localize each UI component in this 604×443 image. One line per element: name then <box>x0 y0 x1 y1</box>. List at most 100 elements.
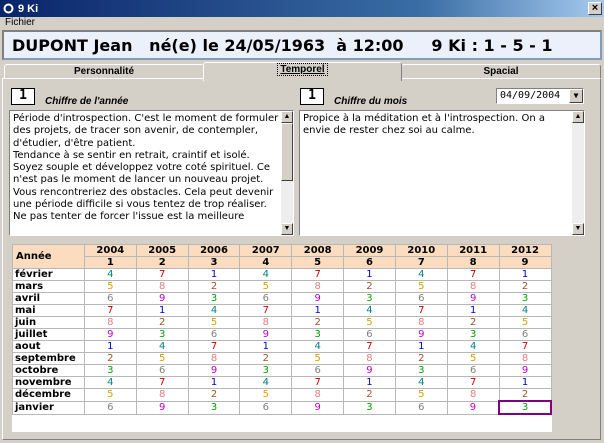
ki-cell[interactable]: 2 <box>291 316 345 329</box>
ki-cell[interactable]: 6 <box>239 292 293 305</box>
ki-cell[interactable]: 3 <box>135 328 189 341</box>
ki-cell[interactable]: 6 <box>83 292 137 305</box>
ki-cell[interactable]: 4 <box>187 304 241 317</box>
ki-cell[interactable]: 1 <box>343 376 396 389</box>
ki-cell[interactable]: 5 <box>394 388 448 402</box>
ki-cell[interactable]: 9 <box>498 364 552 377</box>
ki-cell[interactable]: 7 <box>291 268 345 281</box>
ki-cell[interactable]: 5 <box>239 388 293 402</box>
ki-cell[interactable]: 1 <box>394 340 448 353</box>
ki-cell[interactable]: 5 <box>83 280 137 293</box>
ki-cell[interactable]: 3 <box>83 364 137 377</box>
ki-cell[interactable]: 6 <box>135 364 189 377</box>
ki-cell[interactable]: 5 <box>343 316 396 329</box>
ki-cell[interactable]: 6 <box>394 292 448 305</box>
ki-cell[interactable]: 7 <box>498 340 552 353</box>
ki-cell[interactable]: 3 <box>446 328 500 341</box>
ki-cell[interactable]: 4 <box>83 376 137 389</box>
ki-cell[interactable]: 1 <box>498 376 552 389</box>
ki-cell[interactable]: 1 <box>83 340 137 353</box>
ki-cell[interactable]: 9 <box>394 328 448 341</box>
ki-cell[interactable]: 1 <box>187 376 241 389</box>
ki-cell[interactable]: 6 <box>446 364 500 377</box>
ki-cell[interactable]: 3 <box>498 400 552 415</box>
ki-cell[interactable]: 3 <box>498 292 552 305</box>
ki-cell[interactable]: 8 <box>446 388 500 402</box>
date-picker[interactable]: 04/09/2004 ▼ <box>496 88 584 104</box>
ki-cell[interactable]: 5 <box>291 352 345 365</box>
ki-cell[interactable]: 2 <box>498 388 552 402</box>
ki-cell[interactable]: 7 <box>394 304 448 317</box>
ki-cell[interactable]: 2 <box>343 280 396 293</box>
ki-cell[interactable]: 1 <box>135 304 189 317</box>
ki-cell[interactable]: 1 <box>291 304 345 317</box>
ki-cell[interactable]: 4 <box>394 268 448 281</box>
ki-cell[interactable]: 6 <box>343 328 396 341</box>
ki-cell[interactable]: 6 <box>498 328 552 341</box>
ki-cell[interactable]: 1 <box>498 268 552 281</box>
ki-cell[interactable]: 8 <box>291 280 345 293</box>
ki-cell[interactable]: 4 <box>239 268 293 281</box>
ki-cell[interactable]: 9 <box>239 328 293 341</box>
ki-cell[interactable]: 4 <box>343 304 396 317</box>
ki-cell[interactable]: 8 <box>394 316 448 329</box>
ki-cell[interactable]: 4 <box>291 340 345 353</box>
year-description[interactable]: Période d'introspection. C'est le moment… <box>9 110 294 236</box>
ki-cell[interactable]: 9 <box>187 364 241 377</box>
ki-cell[interactable]: 2 <box>343 388 396 402</box>
scroll-thumb[interactable] <box>281 123 293 181</box>
ki-cell[interactable]: 8 <box>135 388 189 402</box>
close-button[interactable]: × <box>588 2 602 15</box>
ki-cell[interactable]: 7 <box>135 268 189 281</box>
ki-cell[interactable]: 2 <box>446 316 500 329</box>
ki-cell[interactable]: 9 <box>446 400 500 415</box>
ki-cell[interactable]: 2 <box>187 280 241 293</box>
ki-cell[interactable]: 3 <box>187 400 241 415</box>
tab-temporel[interactable]: Temporel <box>203 62 402 81</box>
menu-fichier[interactable]: Fichier <box>5 17 35 28</box>
ki-cell[interactable]: 8 <box>239 316 293 329</box>
ki-cell[interactable]: 8 <box>446 280 500 293</box>
ki-cell[interactable]: 2 <box>135 316 189 329</box>
ki-cell[interactable]: 3 <box>343 292 396 305</box>
ki-cell[interactable]: 8 <box>83 316 137 329</box>
ki-cell[interactable]: 7 <box>83 304 137 317</box>
ki-cell[interactable]: 2 <box>498 280 552 293</box>
ki-cell[interactable]: 7 <box>135 376 189 389</box>
ki-cell[interactable]: 6 <box>394 400 448 415</box>
ki-cell[interactable]: 4 <box>239 376 293 389</box>
ki-cell[interactable]: 9 <box>135 400 189 415</box>
ki-cell[interactable]: 8 <box>291 388 345 402</box>
ki-cell[interactable]: 6 <box>291 364 345 377</box>
ki-cell[interactable]: 5 <box>135 352 189 365</box>
ki-cell[interactable]: 9 <box>135 292 189 305</box>
ki-cell[interactable]: 7 <box>343 340 396 353</box>
month-scrollbar[interactable]: ▲ ▼ <box>572 111 584 235</box>
ki-cell[interactable]: 7 <box>239 304 293 317</box>
ki-cell[interactable]: 9 <box>83 328 137 341</box>
ki-cell[interactable]: 5 <box>83 388 137 402</box>
ki-cell[interactable]: 9 <box>291 400 345 415</box>
ki-cell[interactable]: 3 <box>343 400 396 415</box>
ki-cell[interactable]: 9 <box>343 364 396 377</box>
ki-cell[interactable]: 6 <box>187 328 241 341</box>
ki-cell[interactable]: 9 <box>291 292 345 305</box>
ki-cell[interactable]: 5 <box>239 280 293 293</box>
ki-cell[interactable]: 2 <box>83 352 137 365</box>
ki-cell[interactable]: 7 <box>291 376 345 389</box>
ki-cell[interactable]: 1 <box>239 340 293 353</box>
scroll-down-icon[interactable]: ▼ <box>572 223 584 235</box>
year-scrollbar[interactable]: ▲ ▼ <box>281 111 293 235</box>
ki-cell[interactable]: 2 <box>239 352 293 365</box>
ki-cell[interactable]: 4 <box>135 340 189 353</box>
scroll-up-icon[interactable]: ▲ <box>281 111 293 123</box>
ki-cell[interactable]: 7 <box>446 268 500 281</box>
scroll-up-icon[interactable]: ▲ <box>572 111 584 123</box>
ki-cell[interactable]: 4 <box>446 340 500 353</box>
ki-cell[interactable]: 8 <box>135 280 189 293</box>
tab-personnalite[interactable]: Personnalité <box>4 64 204 79</box>
ki-cell[interactable]: 8 <box>498 352 552 365</box>
ki-cell[interactable]: 3 <box>239 364 293 377</box>
ki-cell[interactable]: 2 <box>394 352 448 365</box>
scroll-down-icon[interactable]: ▼ <box>281 223 293 235</box>
